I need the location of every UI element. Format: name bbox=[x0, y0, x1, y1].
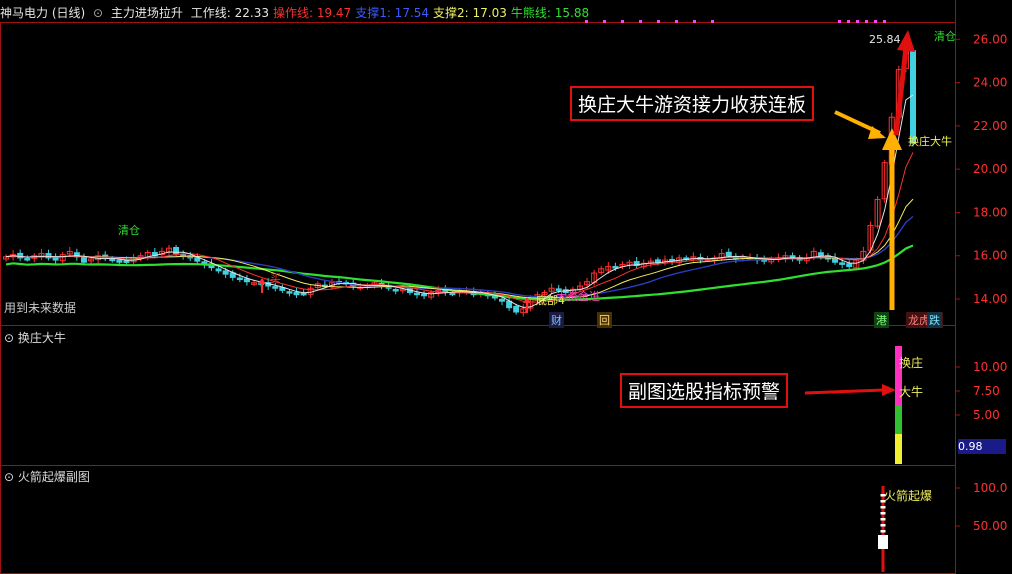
rocket-body bbox=[878, 535, 888, 549]
rocket-dash-3 bbox=[880, 512, 886, 515]
work-line bbox=[5, 94, 914, 308]
candle-body-3 bbox=[24, 258, 31, 261]
sub1-pointer bbox=[804, 388, 885, 395]
main-panel-border bbox=[0, 22, 956, 326]
sub1-huanzhuang-label: 换庄 bbox=[899, 356, 924, 370]
sub2-rocket-label: 火箭起爆 bbox=[884, 489, 933, 503]
rocket-dash-4 bbox=[880, 518, 886, 521]
candle-body-16 bbox=[116, 259, 123, 263]
price-tick-label-0: 26.00 bbox=[973, 32, 1007, 46]
future-data-note: 用到未来数据 bbox=[4, 301, 77, 315]
huanzhuang-label: 换庄大牛 bbox=[908, 135, 952, 148]
sub2-tick-label-0: 100.0 bbox=[973, 481, 1007, 495]
sub1-daniu-label: 大牛 bbox=[899, 385, 924, 399]
sub1-callout: 副图选股指标预警 bbox=[620, 373, 789, 408]
candle-body-55 bbox=[392, 289, 399, 292]
top-dot-r-1 bbox=[847, 20, 850, 23]
top-dot-5 bbox=[675, 20, 678, 23]
red-up-arrow bbox=[893, 47, 909, 136]
top-dot-3 bbox=[639, 20, 642, 23]
sub2-title[interactable]: ⊙ 火箭起爆副图 bbox=[4, 468, 90, 485]
top-dot-0 bbox=[585, 20, 588, 23]
sub2-panel-border bbox=[0, 465, 956, 574]
top-dot-r-2 bbox=[856, 20, 859, 23]
gang-badge[interactable]: 港 bbox=[874, 312, 889, 328]
sub1-bar-green bbox=[895, 406, 902, 434]
sub1-bar-yellow bbox=[895, 434, 902, 464]
support1-line bbox=[5, 215, 914, 298]
dazijin-label: 大资金进 bbox=[556, 290, 600, 303]
candle-body-92 bbox=[654, 259, 661, 263]
buy-label: 买 bbox=[270, 272, 281, 285]
candle-body-31 bbox=[222, 270, 229, 275]
qingcang-left-label: 清仓 bbox=[118, 224, 140, 237]
sub1-pointer-head bbox=[882, 384, 896, 396]
price-tick-label-1: 24.00 bbox=[973, 76, 1007, 90]
rocket-dash-6 bbox=[880, 530, 886, 533]
candle-body-30 bbox=[215, 268, 222, 272]
candle-body-42 bbox=[300, 292, 307, 296]
candle-body-102 bbox=[725, 251, 732, 257]
candle-body-59 bbox=[421, 293, 428, 297]
candle-body-15 bbox=[109, 258, 116, 262]
collapse-icon[interactable]: ⊙ bbox=[4, 470, 14, 484]
peak-price-label: 25.84 bbox=[869, 33, 901, 46]
candle-body-38 bbox=[272, 286, 279, 289]
sub1-panel-border bbox=[0, 325, 956, 466]
sub1-title[interactable]: ⊙ 换庄大牛 bbox=[4, 329, 66, 346]
hui-badge[interactable]: 回 bbox=[597, 312, 612, 328]
sub1-value-box: 0.98 bbox=[958, 439, 1006, 454]
rocket-dash-5 bbox=[880, 524, 886, 527]
support2-line bbox=[5, 198, 914, 299]
candle-body-58 bbox=[413, 292, 420, 296]
main-callout: 换庄大牛游资接力收获连板 bbox=[570, 86, 815, 121]
candle-body-34 bbox=[243, 278, 250, 283]
price-tick-label-5: 16.00 bbox=[973, 249, 1007, 263]
chart-stage: 26.00 24.00 22.00 20.00 18.00 16.00 14.00 10.00… bbox=[0, 0, 1007, 574]
top-dot-2 bbox=[621, 20, 624, 23]
price-tick-label-6: 14.00 bbox=[973, 292, 1007, 306]
candle-body-40 bbox=[286, 291, 293, 294]
candle-body-72 bbox=[513, 305, 520, 313]
sub2-tick-label-1: 50.00 bbox=[973, 519, 1007, 533]
top-dot-r-0 bbox=[838, 20, 841, 23]
candle-body-86 bbox=[612, 266, 619, 269]
candle-body-17 bbox=[123, 260, 130, 263]
candle-body-41 bbox=[293, 292, 300, 296]
candle-body-128 bbox=[910, 50, 916, 144]
price-tick-label-4: 18.00 bbox=[973, 205, 1007, 219]
top-dot-7 bbox=[711, 20, 714, 23]
orange-arrow-head bbox=[882, 128, 902, 150]
candle-body-11 bbox=[80, 256, 87, 263]
top-dot-1 bbox=[603, 20, 606, 23]
sub1-tick-label-2: 5.00 bbox=[973, 408, 1000, 422]
top-dot-r-4 bbox=[874, 20, 877, 23]
candle-body-33 bbox=[236, 277, 243, 281]
die-badge[interactable]: 跌 bbox=[927, 312, 942, 328]
sub1-tick-label-1: 7.50 bbox=[973, 384, 1000, 398]
rocket-dash-2 bbox=[880, 506, 886, 509]
cai-badge[interactable]: 财 bbox=[549, 312, 564, 328]
sub1-tick-label-0: 10.00 bbox=[973, 360, 1007, 374]
top-dot-4 bbox=[657, 20, 660, 23]
candle-body-115 bbox=[817, 252, 824, 257]
top-dot-r-3 bbox=[865, 20, 868, 23]
candle-body-70 bbox=[499, 298, 506, 302]
top-dot-r-5 bbox=[883, 20, 886, 23]
top-dot-6 bbox=[693, 20, 696, 23]
candle-body-63 bbox=[449, 292, 456, 296]
collapse-icon[interactable]: ⊙ bbox=[4, 331, 14, 345]
candle-body-119 bbox=[846, 263, 853, 268]
price-tick-label-2: 22.00 bbox=[973, 119, 1007, 133]
price-tick-label-3: 20.00 bbox=[973, 162, 1007, 176]
candle-body-118 bbox=[839, 262, 846, 265]
qingcang-right-label: 清仓 bbox=[934, 30, 956, 43]
